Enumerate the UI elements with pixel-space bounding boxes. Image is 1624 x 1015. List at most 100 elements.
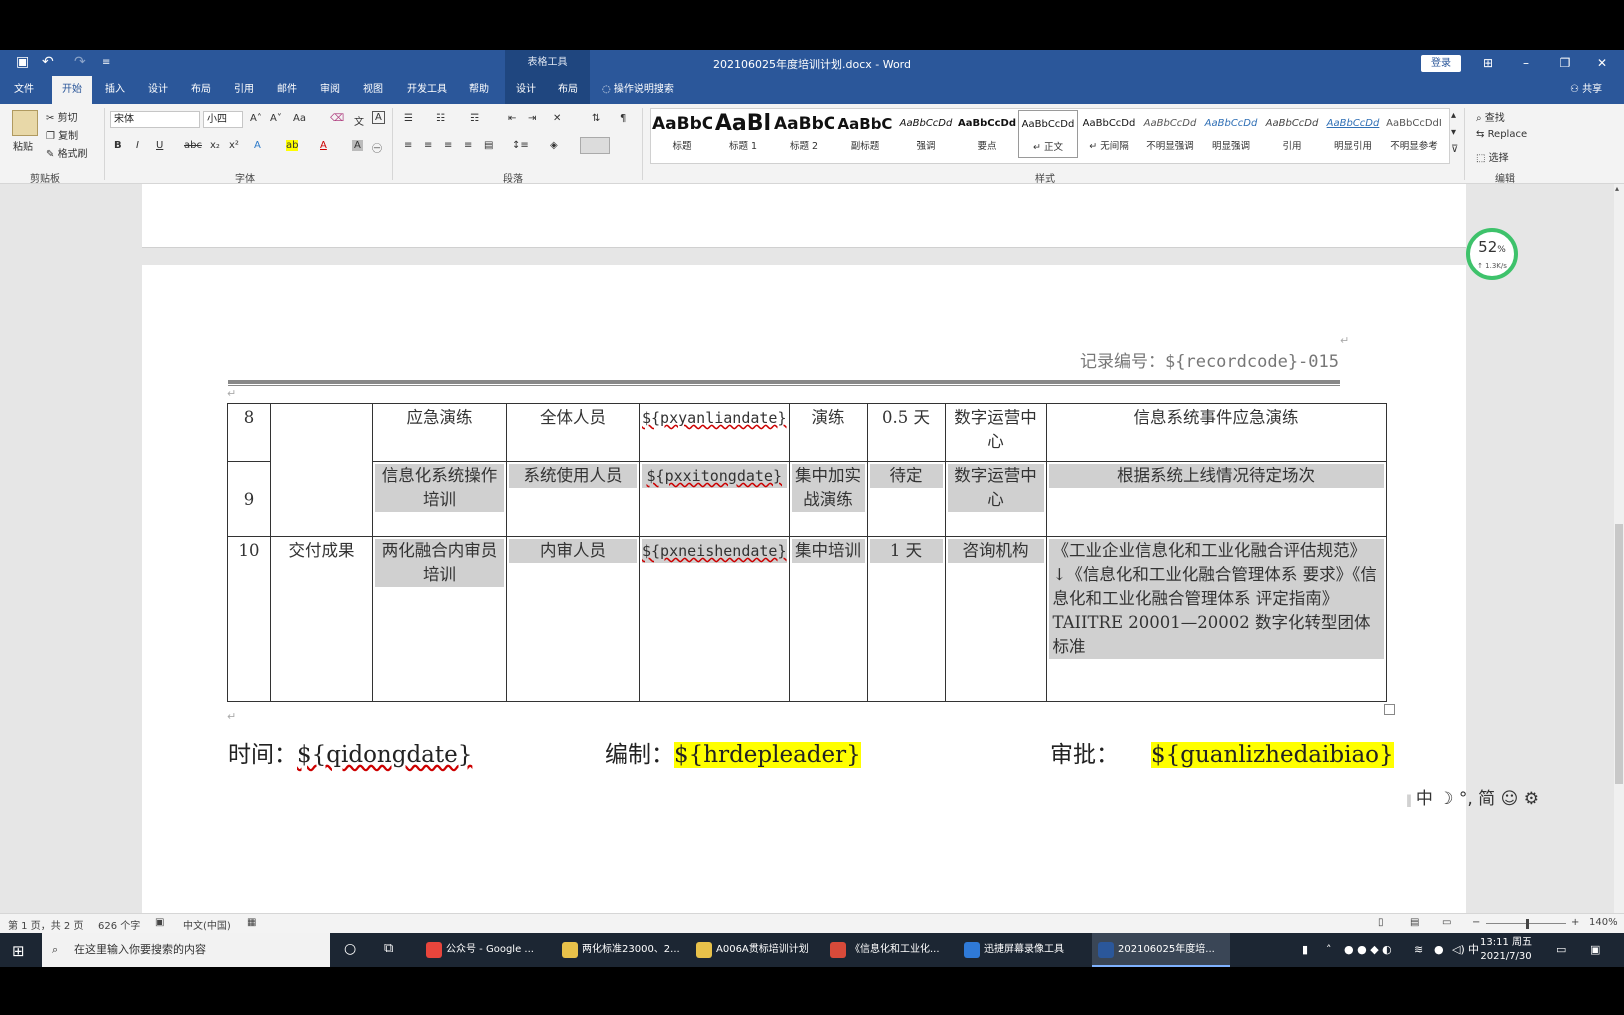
page-count[interactable]: 第 1 页，共 2 页 — [8, 917, 83, 932]
cell-no[interactable]: 8 — [227, 403, 271, 462]
cell-no[interactable]: 10 — [227, 536, 271, 702]
restore-button[interactable]: ❐ — [1555, 53, 1575, 73]
font-name-combo[interactable]: 宋体 — [110, 111, 200, 128]
scroll-up-icon[interactable]: ▴ — [1615, 184, 1623, 194]
bold-icon[interactable]: B — [114, 140, 122, 151]
taskbar-clock[interactable]: 13:11 周五 2021/7/30 — [1480, 936, 1532, 964]
cell-course[interactable]: 信息化系统操作培训 — [372, 461, 507, 537]
zoom-slider-thumb[interactable] — [1526, 919, 1529, 929]
copy-button[interactable]: ❐ 复制 — [46, 127, 78, 142]
zoom-in-icon[interactable]: + — [1571, 917, 1579, 928]
network-speed-widget[interactable]: 52% ↑ 1.3K/s — [1466, 228, 1518, 280]
character-border-icon[interactable]: A — [372, 111, 385, 124]
read-mode-icon[interactable]: ▯ — [1378, 917, 1384, 928]
taskbar-folder-standards[interactable]: 两化标准23000、2... — [556, 933, 686, 967]
style-subtle-emphasis[interactable]: AaBbCcDd 不明显强调 — [1140, 110, 1200, 158]
cortana-icon[interactable]: ○ — [344, 941, 356, 957]
ime-drag-handle[interactable]: ‖ — [1406, 793, 1416, 807]
print-layout-icon[interactable]: ▤ — [1410, 917, 1419, 928]
sort-icon[interactable]: ⇅ — [592, 113, 600, 124]
zoom-level[interactable]: 140% — [1589, 917, 1618, 928]
minimize-button[interactable]: – — [1516, 53, 1536, 73]
select-button[interactable]: ⬚ 选择 — [1476, 149, 1509, 164]
highlight-color-icon[interactable]: ab — [286, 140, 299, 151]
style-subtle-reference[interactable]: AaBbCcDdI 不明显参考 — [1384, 110, 1444, 158]
bullets-icon[interactable]: ☰ — [404, 113, 413, 124]
tab-mailings[interactable]: 邮件 — [268, 76, 306, 104]
tab-file[interactable]: 文件 — [5, 76, 43, 104]
task-view-icon[interactable]: ⧉ — [384, 941, 393, 956]
numbering-icon[interactable]: ☷ — [436, 113, 445, 124]
time-field[interactable]: 时间：${qidongdate} — [228, 735, 472, 769]
paste-icon[interactable] — [12, 110, 38, 136]
phonetic-guide-icon[interactable]: 文 — [354, 113, 364, 128]
wechat-icon[interactable]: ● — [1434, 933, 1444, 967]
cell-date[interactable]: ${pxxitongdate} — [639, 461, 790, 537]
format-painter-button[interactable]: ✎ 格式刷 — [46, 145, 88, 160]
login-button[interactable]: 登录 — [1421, 55, 1461, 72]
decrease-indent-icon[interactable]: ⇤ — [508, 113, 516, 124]
style-normal[interactable]: AaBbCcDd ↵ 正文 — [1018, 110, 1078, 158]
volume-icon[interactable]: ◁) — [1452, 933, 1465, 967]
cell-course[interactable]: 两化融合内审员培训 — [372, 536, 507, 702]
ribbon-display-icon[interactable]: ⊞ — [1478, 53, 1498, 73]
taskbar-folder-plan[interactable]: A006A贯标培训计划 — [690, 933, 820, 967]
taskbar-word[interactable]: 202106025年度培... — [1092, 933, 1230, 967]
cell-date[interactable]: ${pxyanliandate} — [639, 403, 790, 462]
language-indicator[interactable]: 中文(中国) — [183, 917, 231, 932]
subscript-icon[interactable]: x₂ — [210, 140, 220, 151]
cell-category[interactable] — [270, 403, 373, 537]
proofing-icon[interactable]: ▣ — [155, 917, 164, 928]
cut-button[interactable]: ✂ 剪切 — [46, 109, 78, 124]
battery-icon[interactable]: ▮ — [1302, 933, 1308, 967]
cell-method[interactable]: 演练 — [788, 403, 868, 462]
taskbar-pdf[interactable]: 《信息化和工业化... — [824, 933, 954, 967]
cell-content[interactable]: 根据系统上线情况待定场次 — [1045, 461, 1387, 537]
tab-table-layout[interactable]: 布局 — [549, 76, 587, 104]
cell-audience[interactable]: 系统使用人员 — [506, 461, 640, 537]
font-size-combo[interactable]: 小四 — [203, 111, 243, 128]
author-field[interactable]: 编制：${hrdepleader} — [605, 735, 861, 769]
show-desktop-icon[interactable]: ▣ — [1590, 933, 1600, 967]
style-quote[interactable]: AaBbCcDd 引用 — [1262, 110, 1322, 158]
style-intense-emphasis[interactable]: AaBbCcDd 明显强调 — [1201, 110, 1261, 158]
tab-home[interactable]: 开始 — [52, 76, 92, 104]
tab-help[interactable]: 帮助 — [460, 76, 498, 104]
change-case-icon[interactable]: Aa — [293, 113, 306, 124]
line-spacing-icon[interactable]: ↕≡ — [512, 140, 529, 151]
style-title[interactable]: AaBbC 标题 — [652, 110, 712, 158]
zoom-out-icon[interactable]: − — [1472, 917, 1480, 928]
tab-review[interactable]: 审阅 — [311, 76, 349, 104]
style-intense-quote[interactable]: AaBbCcDd 明显引用 — [1323, 110, 1383, 158]
shrink-font-icon[interactable]: A˅ — [270, 113, 282, 124]
style-strong[interactable]: AaBbCcDd 要点 — [957, 110, 1017, 158]
align-center-icon[interactable]: ≡ — [424, 140, 432, 151]
cell-org[interactable]: 咨询机构 — [944, 536, 1047, 702]
chinese-layout-icon[interactable]: ✕ — [553, 113, 561, 124]
cell-date[interactable]: ${pxneishendate} — [639, 536, 790, 702]
tab-insert[interactable]: 插入 — [96, 76, 134, 104]
cell-audience[interactable]: 全体人员 — [506, 403, 640, 462]
strikethrough-icon[interactable]: abc — [184, 140, 202, 151]
notification-icon[interactable]: ▭ — [1556, 933, 1566, 967]
cell-no[interactable]: 9 — [227, 461, 271, 537]
approve-field[interactable]: 审批： ${guanlizhedaibiao} — [1050, 735, 1394, 769]
borders-icon[interactable] — [580, 137, 610, 154]
web-layout-icon[interactable]: ▭ — [1442, 917, 1451, 928]
gallery-down-icon[interactable]: ▾ — [1451, 127, 1456, 138]
style-emphasis[interactable]: AaBbCcDd 强调 — [896, 110, 956, 158]
vertical-scrollbar[interactable]: ▴ — [1614, 184, 1624, 913]
cell-duration[interactable]: 1 天 — [866, 536, 946, 702]
network-icon[interactable]: ≋ — [1414, 933, 1423, 967]
cell-org[interactable]: 数字运营中心 — [944, 403, 1047, 462]
text-effects-icon[interactable]: A — [254, 140, 261, 151]
share-button[interactable]: ⚇ 共享 — [1570, 76, 1602, 104]
tell-me-search[interactable]: ◌ 操作说明搜索 — [602, 76, 674, 104]
windows-start-icon[interactable]: ⊞ — [12, 942, 25, 960]
scroll-thumb[interactable] — [1615, 524, 1623, 784]
paste-button[interactable]: 粘贴 — [13, 138, 33, 153]
style-no-spacing[interactable]: AaBbCcDd ↵ 无间隔 — [1079, 110, 1139, 158]
show-marks-icon[interactable]: ¶ — [620, 113, 626, 124]
distributed-icon[interactable]: ▤ — [484, 140, 493, 151]
table-resize-handle[interactable] — [1384, 704, 1395, 715]
